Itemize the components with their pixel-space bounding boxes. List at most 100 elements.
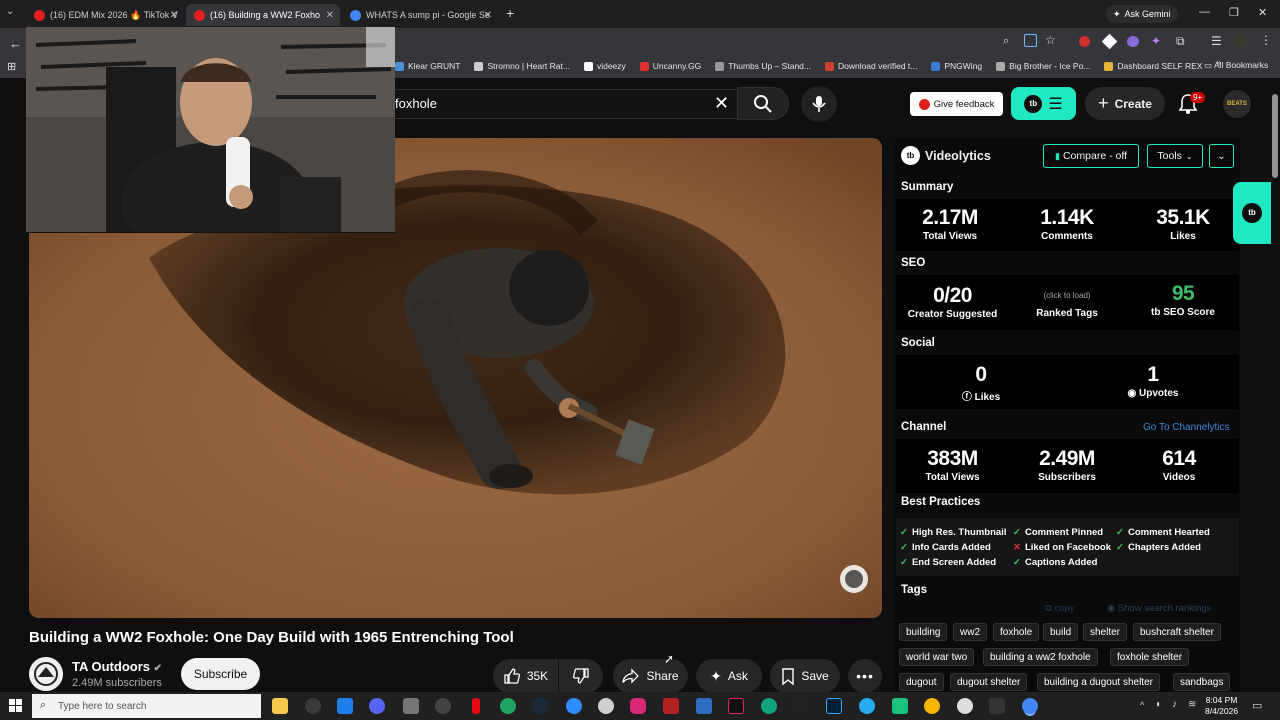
- app-icon[interactable]: [566, 698, 582, 714]
- collapse-panel-button[interactable]: ⌄: [1209, 144, 1234, 168]
- show-search-rankings-button[interactable]: ◉ Show search rankings: [1107, 603, 1211, 614]
- tag-chip[interactable]: building: [899, 623, 948, 641]
- new-tab-button[interactable]: +: [506, 5, 514, 21]
- tab-foxhole-video[interactable]: (16) Building a WW2 Foxho ✕: [186, 4, 340, 26]
- bookmark-item[interactable]: videezy: [583, 57, 626, 75]
- instagram-icon[interactable]: [630, 698, 646, 714]
- create-button[interactable]: + Create: [1085, 87, 1165, 120]
- account-avatar[interactable]: BEATS: [1223, 90, 1251, 118]
- close-tab-icon[interactable]: ✕: [484, 10, 492, 21]
- bookmark-item[interactable]: Uncanny.GG: [639, 57, 701, 75]
- app-icon[interactable]: [957, 698, 973, 714]
- ask-gemini-button[interactable]: ✦ Ask Gemini: [1106, 5, 1178, 23]
- network-icon[interactable]: ◐: [1156, 699, 1162, 710]
- taskbar-clock[interactable]: 8:04 PM 8/4/2026: [1205, 695, 1238, 717]
- wifi-icon[interactable]: ≋: [1188, 699, 1196, 710]
- more-actions-button[interactable]: •••: [848, 659, 882, 693]
- bookmark-item[interactable]: Download verified t...: [824, 57, 917, 75]
- bookmark-item[interactable]: Dashboard SELF REX: [1104, 57, 1202, 75]
- bookmark-star-icon[interactable]: ☆: [1045, 33, 1056, 47]
- bookmark-item[interactable]: Stromno | Heart Rat...: [474, 57, 570, 75]
- tag-chip[interactable]: build: [1043, 623, 1079, 641]
- chrome-green-icon[interactable]: [500, 698, 516, 714]
- steam-icon[interactable]: [532, 698, 548, 714]
- tiktok-icon[interactable]: [728, 698, 744, 714]
- voice-search-button[interactable]: [801, 86, 837, 122]
- copy-tags-button[interactable]: ⧉ copy: [1045, 603, 1075, 614]
- file-explorer-icon[interactable]: [272, 698, 288, 714]
- channel-avatar[interactable]: [29, 657, 63, 691]
- go-to-channelytics-link[interactable]: Go To Channelytics: [1143, 422, 1230, 433]
- dislike-button[interactable]: [559, 659, 603, 693]
- clear-search-icon[interactable]: ✕: [714, 93, 729, 114]
- app-icon[interactable]: [337, 698, 353, 714]
- zoom-icon[interactable]: ⌕: [1003, 35, 1009, 48]
- more-menu-icon[interactable]: ⋮: [1260, 33, 1272, 47]
- ranked-tags-stat[interactable]: (click to load) Ranked Tags: [1022, 291, 1112, 319]
- apps-grid-icon[interactable]: ⊞: [7, 60, 16, 73]
- close-window-icon[interactable]: ✕: [1258, 6, 1267, 19]
- save-button[interactable]: Save: [770, 659, 840, 693]
- compare-toggle-button[interactable]: ▮ Compare - off: [1043, 144, 1139, 168]
- all-bookmarks-button[interactable]: ▭ All Bookmarks: [1204, 60, 1268, 71]
- bookmark-item[interactable]: Klear GRUNT: [395, 57, 460, 75]
- tag-chip[interactable]: building a ww2 foxhole: [983, 648, 1098, 666]
- scrollbar-thumb[interactable]: [1272, 94, 1278, 178]
- volume-icon[interactable]: ♪: [1172, 699, 1177, 710]
- system-tray-up-icon[interactable]: ^: [1140, 700, 1144, 710]
- tag-chip[interactable]: shelter: [1083, 623, 1128, 641]
- search-button[interactable]: [737, 87, 789, 120]
- tag-chip[interactable]: dugout: [899, 673, 944, 691]
- tag-chip[interactable]: building a dugout shelter: [1037, 673, 1160, 691]
- tag-chip[interactable]: dugout shelter: [950, 673, 1028, 691]
- bookmark-item[interactable]: PNGWing: [931, 57, 982, 75]
- bookmark-item[interactable]: Big Brother - Ice Po...: [996, 57, 1090, 75]
- subscribe-button[interactable]: Subscribe: [181, 658, 260, 690]
- tools-dropdown-button[interactable]: Tools ⌄: [1147, 144, 1203, 168]
- app-icon[interactable]: [403, 698, 419, 714]
- photoshop-icon[interactable]: [826, 698, 842, 714]
- obs-icon[interactable]: [305, 698, 321, 714]
- tubebuddy-side-toggle[interactable]: tb: [1233, 182, 1271, 244]
- profile-avatar-icon[interactable]: [1234, 34, 1247, 47]
- channel-name[interactable]: TA Outdoors ✔: [72, 659, 162, 674]
- windows-start-icon[interactable]: [9, 699, 22, 712]
- app-icon[interactable]: [989, 698, 1005, 714]
- close-tab-icon[interactable]: ✕: [170, 10, 178, 21]
- tag-chip[interactable]: sandbags: [1173, 673, 1231, 691]
- tab-search-icon[interactable]: ⌄: [6, 6, 14, 17]
- close-tab-icon[interactable]: ✕: [326, 10, 334, 21]
- back-arrow-icon[interactable]: ←: [9, 36, 22, 51]
- app-icon[interactable]: [663, 698, 679, 714]
- tag-chip[interactable]: bushcraft shelter: [1133, 623, 1221, 641]
- app-icon[interactable]: [598, 698, 614, 714]
- app-icon[interactable]: [435, 698, 451, 714]
- notifications-center-icon[interactable]: ▭: [1252, 699, 1262, 712]
- extension-icon[interactable]: ✦: [1151, 34, 1161, 48]
- minimize-icon[interactable]: —: [1199, 6, 1210, 18]
- telegram-icon[interactable]: [859, 698, 875, 714]
- chrome-icon[interactable]: [1022, 698, 1038, 714]
- tag-chip[interactable]: world war two: [899, 648, 975, 666]
- tab-google-search[interactable]: WHATS A sump pi - Google Se ✕: [342, 4, 498, 26]
- edge-icon[interactable]: [761, 698, 777, 714]
- like-button[interactable]: 35K: [493, 659, 558, 693]
- extension-icon[interactable]: [1079, 36, 1090, 47]
- epic-games-icon[interactable]: [794, 698, 810, 714]
- reading-list-icon[interactable]: ☰: [1211, 34, 1222, 48]
- share-button[interactable]: Share: [613, 659, 688, 693]
- tag-chip[interactable]: ww2: [953, 623, 988, 641]
- search-input[interactable]: foxhole: [380, 89, 737, 119]
- app-icon[interactable]: [696, 698, 712, 714]
- netflix-icon[interactable]: [472, 698, 480, 714]
- app-icon[interactable]: [924, 698, 940, 714]
- app-icon[interactable]: [892, 698, 908, 714]
- bookmark-item[interactable]: Thumbs Up – Stand...: [715, 57, 811, 75]
- tag-chip[interactable]: foxhole shelter: [1110, 648, 1190, 666]
- discord-icon[interactable]: [369, 698, 385, 714]
- tab-edm-mix[interactable]: (16) EDM Mix 2026 🔥 TikTok V ✕: [26, 4, 184, 26]
- extension-icon[interactable]: [1127, 36, 1139, 47]
- cast-icon[interactable]: [1024, 34, 1037, 47]
- extension-icon[interactable]: [1101, 33, 1118, 50]
- tubebuddy-menu-button[interactable]: tb ☰: [1011, 87, 1076, 120]
